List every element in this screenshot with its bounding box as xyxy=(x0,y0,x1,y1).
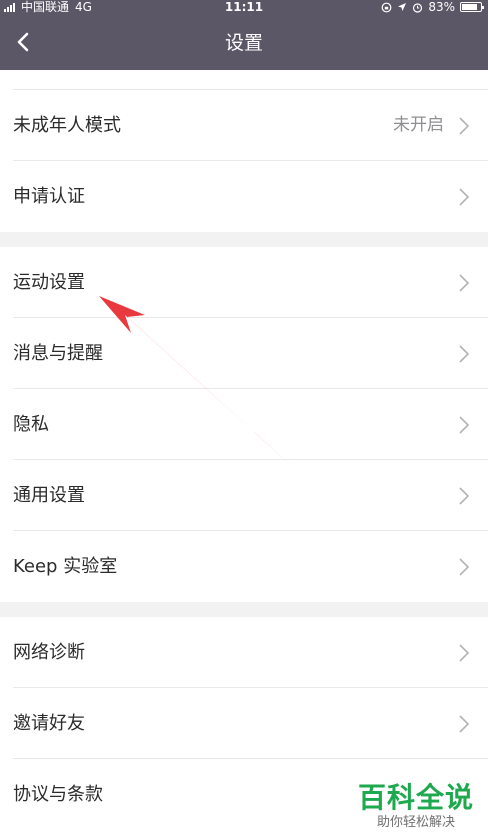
settings-row-apply-verification[interactable]: 申请认证 xyxy=(0,161,488,232)
settings-row-notifications[interactable]: 消息与提醒 xyxy=(0,318,488,389)
row-label: 未成年人模式 xyxy=(13,115,121,136)
row-label: Keep 实验室 xyxy=(13,556,118,577)
chevron-right-icon xyxy=(459,558,470,576)
battery-icon xyxy=(460,2,484,12)
status-bar: 中国联通 4G 11:11 83% xyxy=(0,0,488,14)
row-label: 隐私 xyxy=(13,414,49,435)
alarm-icon xyxy=(413,2,423,13)
row-label: 协议与条款 xyxy=(13,784,103,805)
chevron-right-icon xyxy=(459,274,470,292)
settings-group-general: 运动设置 消息与提醒 隐私 通用设置 Keep 实验室 xyxy=(0,247,488,602)
row-label: 消息与提醒 xyxy=(13,343,103,364)
nav-bar: 设置 xyxy=(0,14,488,70)
status-right: 83% xyxy=(381,0,484,14)
location-icon xyxy=(398,3,407,11)
row-label: 邀请好友 xyxy=(13,713,85,734)
settings-group-account: 未成年人模式 未开启 申请认证 xyxy=(0,70,488,232)
row-label: 申请认证 xyxy=(13,186,85,207)
chevron-right-icon xyxy=(459,416,470,434)
settings-row-network-diagnosis[interactable]: 网络诊断 xyxy=(0,617,488,688)
chevron-right-icon xyxy=(459,188,470,206)
chevron-right-icon xyxy=(459,487,470,505)
settings-row-sport-settings[interactable]: 运动设置 xyxy=(0,247,488,318)
settings-row-general-settings[interactable]: 通用设置 xyxy=(0,460,488,531)
chevron-right-icon xyxy=(459,644,470,662)
battery-percent: 83% xyxy=(428,0,455,14)
settings-row-teen-mode[interactable]: 未成年人模式 未开启 xyxy=(0,90,488,161)
settings-row-invite-friends[interactable]: 邀请好友 xyxy=(0,688,488,759)
chevron-right-icon xyxy=(459,117,470,135)
rotation-lock-icon xyxy=(381,2,392,12)
page-title: 设置 xyxy=(224,32,263,54)
chevron-right-icon xyxy=(459,345,470,363)
watermark-subtitle: 助你轻松解决 xyxy=(376,815,455,830)
row-label: 通用设置 xyxy=(13,485,85,506)
watermark-logo: 百科全说 助你轻松解决 xyxy=(358,782,474,832)
row-label: 运动设置 xyxy=(13,272,85,293)
settings-row-privacy[interactable]: 隐私 xyxy=(0,389,488,460)
settings-row-keep-lab[interactable]: Keep 实验室 xyxy=(0,531,488,602)
watermark-title: 百科全说 xyxy=(357,781,474,814)
row-label: 网络诊断 xyxy=(13,642,85,663)
chevron-right-icon xyxy=(459,715,470,733)
row-value: 未开启 xyxy=(393,115,444,135)
